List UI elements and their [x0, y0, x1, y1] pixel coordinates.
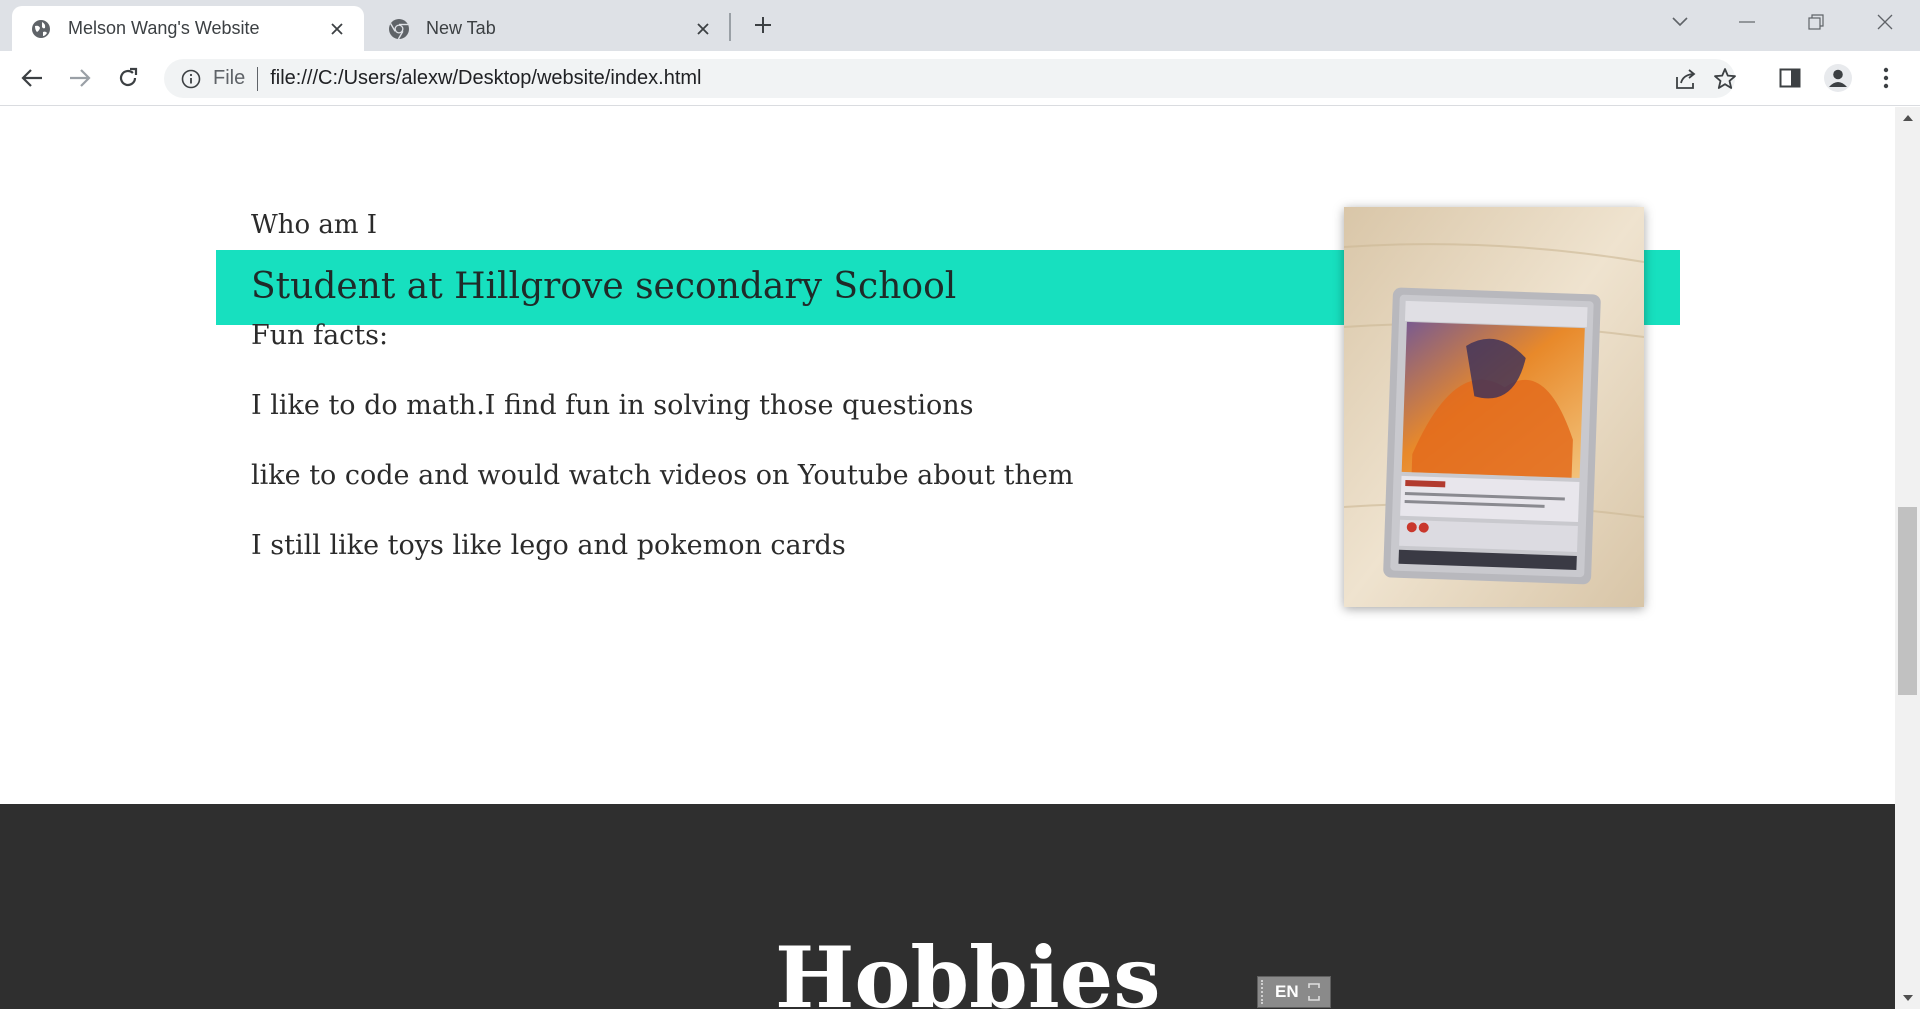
- tab-search-button[interactable]: [1650, 0, 1710, 44]
- headline: Student at Hillgrove secondary School: [251, 266, 957, 307]
- expand-icon[interactable]: [1307, 982, 1321, 1002]
- scroll-up-arrow[interactable]: [1895, 107, 1920, 129]
- restore-icon: [1808, 14, 1824, 30]
- minimize-button[interactable]: [1717, 0, 1777, 44]
- arrow-left-icon: [21, 69, 42, 87]
- restore-button[interactable]: [1786, 0, 1846, 44]
- tab-separator: [729, 13, 731, 41]
- hobbies-section: Hobbies EN: [0, 804, 1895, 1009]
- profile-button[interactable]: [1820, 60, 1856, 96]
- more-vert-icon: [1883, 67, 1889, 89]
- fact-item: like to code and would watch videos on Y…: [251, 460, 1074, 491]
- globe-icon: [30, 18, 52, 40]
- facts-heading: Fun facts:: [251, 320, 389, 351]
- language-indicator[interactable]: EN: [1275, 982, 1299, 1002]
- fact-item: I still like toys like lego and pokemon …: [251, 530, 846, 561]
- pokemon-card-photo: [1344, 207, 1644, 607]
- scroll-thumb[interactable]: [1898, 507, 1917, 695]
- vertical-scrollbar[interactable]: [1895, 107, 1920, 1009]
- tab-new-tab[interactable]: New Tab: [370, 6, 730, 51]
- scheme-label: File: [213, 67, 246, 89]
- intro-label: Who am I: [251, 210, 378, 240]
- close-tab-icon[interactable]: [324, 16, 350, 42]
- close-window-button[interactable]: [1855, 0, 1915, 44]
- address-bar[interactable]: File file:///C:/Users/alexw/Desktop/webs…: [164, 59, 1736, 98]
- drag-handle-icon[interactable]: [1261, 980, 1269, 1004]
- plus-icon: [755, 17, 771, 33]
- hobbies-heading: Hobbies: [775, 928, 1161, 1009]
- ime-language-bar[interactable]: EN: [1257, 976, 1331, 1008]
- back-button[interactable]: [14, 60, 50, 96]
- side-panel-button[interactable]: [1772, 60, 1808, 96]
- tab-melson-website[interactable]: Melson Wang's Website: [12, 6, 364, 51]
- omnibox-divider: [257, 66, 259, 91]
- new-tab-button[interactable]: [748, 10, 778, 40]
- menu-button[interactable]: [1868, 60, 1904, 96]
- avatar-icon: [1824, 64, 1852, 92]
- star-icon[interactable]: [1711, 65, 1739, 93]
- close-icon: [1877, 14, 1893, 30]
- reload-icon: [119, 67, 138, 87]
- page-viewport: Who am I Student at Hillgrove secondary …: [0, 107, 1895, 1009]
- chevron-down-icon: [1672, 17, 1688, 27]
- close-tab-icon[interactable]: [690, 16, 716, 42]
- reload-button[interactable]: [110, 60, 146, 96]
- tab-strip: Melson Wang's Website New Tab: [0, 0, 1920, 51]
- forward-button[interactable]: [62, 60, 98, 96]
- browser-toolbar: File file:///C:/Users/alexw/Desktop/webs…: [0, 51, 1920, 106]
- chrome-icon: [388, 18, 410, 40]
- site-info-icon[interactable]: [179, 67, 203, 91]
- url-text[interactable]: file:///C:/Users/alexw/Desktop/website/i…: [270, 67, 701, 90]
- share-icon[interactable]: [1672, 65, 1700, 93]
- arrow-right-icon: [70, 69, 91, 87]
- tab-title: Melson Wang's Website: [68, 18, 260, 38]
- fact-item: I like to do math.I find fun in solving …: [251, 390, 974, 421]
- scroll-down-arrow[interactable]: [1895, 987, 1920, 1009]
- minimize-icon: [1739, 21, 1755, 23]
- side-panel-icon: [1779, 68, 1801, 88]
- tab-title: New Tab: [426, 18, 496, 38]
